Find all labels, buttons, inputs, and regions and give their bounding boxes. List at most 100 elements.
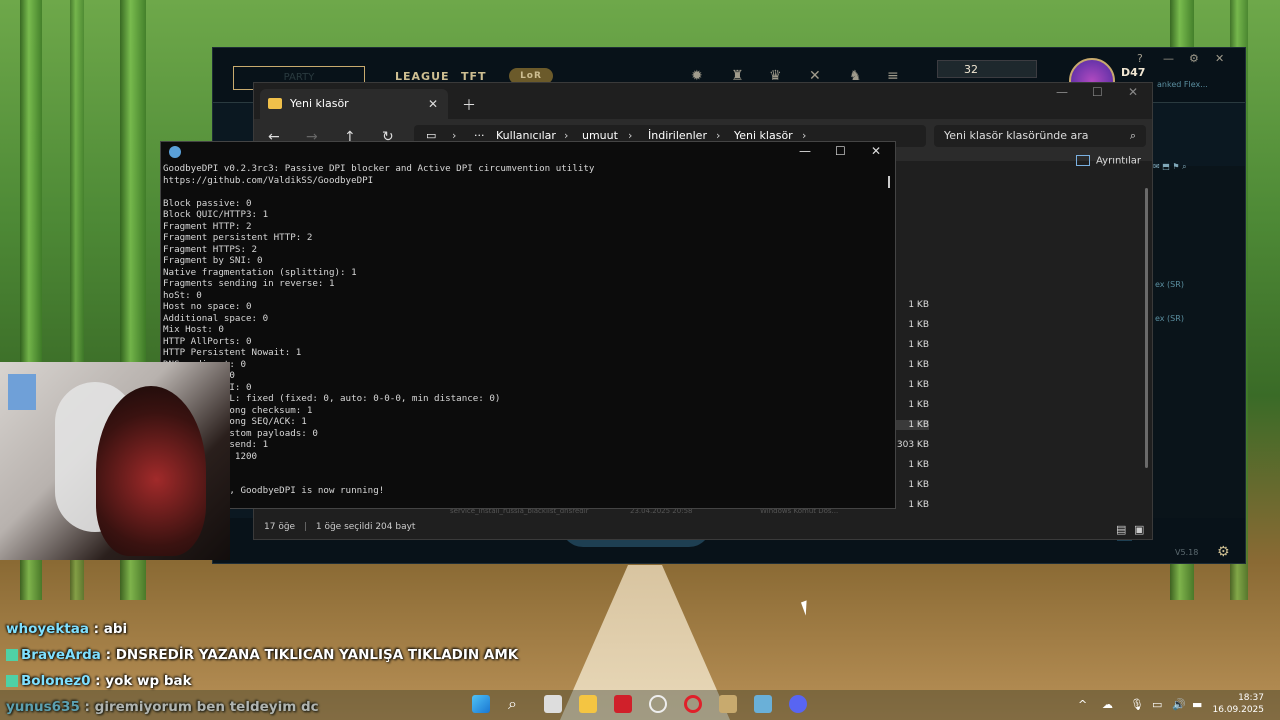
console-line: Fragment by SNI: 0 [163,255,263,266]
console-line: Additional space: 0 [163,312,269,324]
console-line: vated, GoodbyeDPI is now running! [163,485,385,496]
new-tab-icon[interactable]: ＋ [462,95,476,115]
console-line: Fragment HTTP: 2 [163,220,252,232]
lobby-type: anked Flex... [1157,80,1208,89]
console-line: ng SNI: 0 [202,381,252,393]
chat-message: Bolonez0 : yok wp bak [6,673,192,689]
task-view-icon[interactable] [544,695,562,713]
chrome-icon[interactable] [649,695,667,713]
chat-username: BraveArda [21,647,101,663]
chat-text: DNSREDİR YAZANA TIKLICAN YANLIŞA TIKLADI… [115,647,519,663]
chat-text: yok wp bak [105,673,192,689]
console-line: s, resend: 1 [202,439,269,450]
console-line: Block QUIC/HTTP3: 1 [163,209,269,220]
console-line: s, custom payloads: 0 [163,427,318,439]
console-line: Fragment persistent HTTP: 2 [163,232,313,243]
console-line: Block passive: 0 [163,197,252,209]
start-icon[interactable] [472,695,490,713]
search-icon: ⌕ [1129,129,1136,142]
close-icon[interactable]: ✕ [871,144,881,158]
console-line: s, wrong SEQ/ACK: 1 [163,416,307,427]
settings-icon[interactable]: ⚙ [1189,52,1199,65]
chat-message: BraveArda : DNSREDİR YAZANA TIKLICAN YAN… [6,647,518,663]
wall-poster [8,374,36,410]
console-line: Fragment HTTPS: 2 [163,243,258,255]
network-icon[interactable]: ▭ [1152,698,1162,711]
console-line: s, wrong checksum: 1 [163,404,313,416]
console-output: GoodbyeDPI v0.2.3rc3: Passive DPI blocke… [163,163,883,497]
search-icon[interactable]: ⌕ [508,695,526,713]
maximize-icon[interactable]: ☐ [835,144,846,158]
cloud-icon[interactable]: ☁ [1102,698,1113,711]
details-view-icon[interactable]: ▤ [1116,523,1126,536]
console-line: ter [163,474,883,486]
minimize-icon[interactable]: — [1163,52,1174,65]
console-line: Mix Host: 0 [163,324,224,335]
currency-counter[interactable]: 32 [937,60,1037,78]
friend-status: ex (SR) [1155,280,1184,289]
goodbyedpi-icon [169,146,181,158]
tiles-view-icon[interactable]: ▣ [1134,523,1144,536]
details-pane-icon [1076,155,1090,166]
status-bar: 17 öğe | 1 öğe seçildi 204 bayt [264,522,416,532]
console-line: GoodbyeDPI v0.2.3rc3: Passive DPI blocke… [163,163,595,174]
console-line: Fragments sending in reverse: 1 [163,278,335,289]
tab-title: Yeni klasör [290,97,349,110]
help-icon[interactable]: ? [1137,52,1143,65]
console-line: Host no space: 0 [163,301,252,312]
file-explorer-icon[interactable] [579,695,597,713]
close-icon[interactable]: ✕ [1215,52,1224,65]
search-input[interactable]: Yeni klasör klasöründe ara ⌕ [934,125,1146,147]
streamer [96,386,206,556]
close-icon[interactable]: ✕ [1128,85,1138,99]
console-line: DNS redirect: 0 [163,358,246,370]
badge-icon [6,675,18,687]
discord-icon[interactable] [789,695,807,713]
chat-username: whoyektaa [6,621,89,637]
battery-icon[interactable]: ▬ [1192,698,1202,711]
terminal-icon[interactable] [754,695,772,713]
console-line: hoSt: 0 [163,289,202,301]
console-line: https://github.com/ValdikSS/GoodbyeDPI [163,174,374,186]
chat-text: abi [103,621,128,637]
gear-icon[interactable]: ⚙ [1217,544,1230,560]
version-label: V5.18 [1175,548,1199,557]
league-icon[interactable] [719,695,737,713]
minimize-icon[interactable]: — [1056,85,1068,99]
folder-icon [268,98,282,109]
scrollbar[interactable] [1145,188,1148,468]
social-panel: anked Flex... ✉ ⬒ ⚑ ⌕ ex (SR) ex (SR) [1153,80,1245,556]
microphone-icon[interactable]: 🎙 [1130,698,1144,711]
console-window: — ☐ ✕ GoodbyeDPI v0.2.3rc3: Passive DPI … [160,141,896,509]
chevron-up-icon[interactable]: ^ [1078,698,1087,711]
taskbar: ⌕ ^ ☁ 🎙 ▭ 🔊 ▬ [0,690,1280,720]
item-count: 17 öğe [264,522,296,532]
system-clock[interactable]: 18:37 16.09.2025 [1212,692,1264,716]
details-button[interactable]: Ayrıntılar [1076,155,1141,167]
maximize-icon[interactable]: ☐ [1092,85,1103,99]
console-line: HTTP AllPorts: 0 [163,335,252,347]
console-line: size: 1200 [202,450,258,462]
close-tab-icon[interactable]: ✕ [428,89,438,119]
tab-yeni-klasor[interactable]: Yeni klasör ✕ [260,89,448,119]
console-line: Native fragmentation (splitting): 1 [163,266,357,278]
app-red-icon[interactable] [614,695,632,713]
friend-status: ex (SR) [1155,314,1184,323]
badge-icon [6,649,18,661]
console-title-bar: — ☐ ✕ [161,142,895,162]
opera-icon[interactable] [684,695,702,713]
selection-info: 1 öğe seçildi 204 bayt [315,522,416,532]
minimize-icon[interactable]: — [799,144,811,158]
details-label: Ayrıntılar [1096,155,1142,167]
chat-message: whoyektaa : abi [6,621,128,637]
summoner-name: D47 [1121,66,1146,79]
chat-username: Bolonez0 [21,673,91,689]
scrollbar[interactable] [888,176,890,188]
volume-icon[interactable]: 🔊 [1172,698,1186,711]
social-icons[interactable]: ✉ ⬒ ⚑ ⌕ [1153,162,1187,172]
clock-date: 16.09.2025 [1212,705,1264,715]
search-placeholder: Yeni klasör klasöründe ara [944,129,1089,142]
clock-time: 18:37 [1238,693,1264,703]
